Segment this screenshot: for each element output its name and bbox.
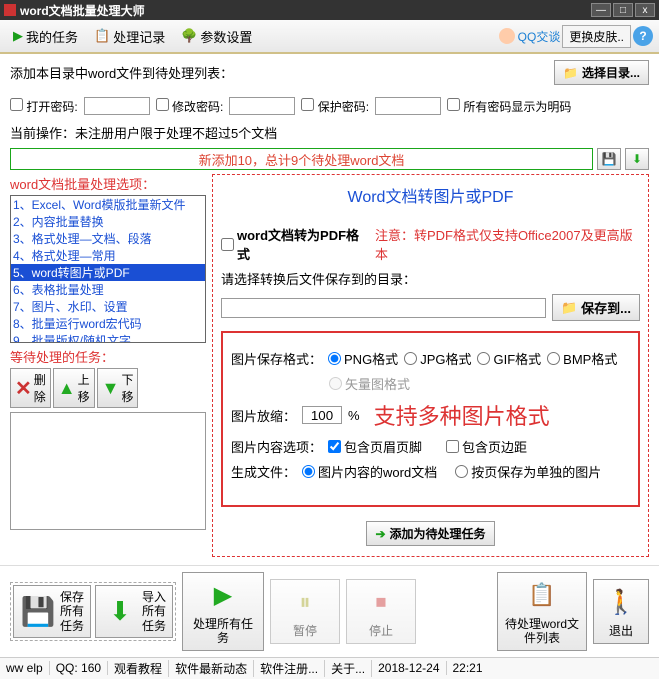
queue-label: 等待处理的任务： bbox=[10, 347, 206, 366]
save-all-button[interactable]: 💾保存 所有 任务 bbox=[13, 585, 91, 638]
list-item[interactable]: 9、批量版权/随机文字 bbox=[11, 332, 205, 343]
format-label: 图片保存格式： bbox=[231, 349, 322, 368]
format-vector: 矢量图格式 bbox=[329, 374, 410, 393]
add-task-button[interactable]: ➔添加为待处理任务 bbox=[366, 521, 494, 546]
list-item[interactable]: 2、内容批量替换 bbox=[11, 213, 205, 230]
minimize-button[interactable]: — bbox=[591, 3, 611, 17]
format-jpg[interactable]: JPG格式 bbox=[404, 349, 471, 368]
output-label: 生成文件： bbox=[231, 462, 296, 481]
choose-dir-button[interactable]: 📁选择目录... bbox=[554, 60, 649, 85]
arrow-up-icon: ▲ bbox=[58, 378, 76, 399]
disk-icon: 💾 bbox=[20, 593, 56, 629]
disk-icon: 💾 bbox=[602, 152, 617, 166]
pause-icon: ⏸ bbox=[287, 584, 323, 620]
big-red-text: 支持多种图片格式 bbox=[374, 399, 550, 431]
queue-box[interactable] bbox=[10, 412, 206, 530]
list-item[interactable]: 7、图片、水印、设置 bbox=[11, 298, 205, 315]
options-list[interactable]: 1、Excel、Word模版批量新文件 2、内容批量替换 3、格式处理—文档、段… bbox=[10, 195, 206, 343]
panel-title: Word文档转图片或PDF bbox=[221, 179, 640, 219]
stop-icon: ⏹ bbox=[363, 584, 399, 620]
output-word-radio[interactable]: 图片内容的word文档 bbox=[302, 462, 437, 481]
format-gif[interactable]: GIF格式 bbox=[477, 349, 541, 368]
arrow-right-icon: ➔ bbox=[375, 527, 385, 541]
tab-history[interactable]: 📋处理记录 bbox=[87, 23, 172, 50]
protect-pw-input[interactable] bbox=[375, 97, 441, 115]
folder-icon: 📁 bbox=[563, 66, 578, 80]
status-about[interactable]: 关于... bbox=[325, 660, 372, 677]
stop-button[interactable]: ⏹停止 bbox=[346, 579, 416, 643]
scale-label: 图片放缩： bbox=[231, 406, 296, 425]
modify-pw-input[interactable] bbox=[229, 97, 295, 115]
move-up-button[interactable]: ▲上 移 bbox=[53, 368, 95, 408]
move-down-button[interactable]: ▼下 移 bbox=[97, 368, 139, 408]
skin-button[interactable]: 更换皮肤.. bbox=[562, 25, 631, 48]
open-pw-check[interactable]: 打开密码: bbox=[10, 98, 78, 115]
status-qq[interactable]: QQ: 160 bbox=[50, 661, 108, 675]
list-item[interactable]: 4、格式处理—常用 bbox=[11, 247, 205, 264]
notify-bar: 新添加10，总计9个待处理word文档 bbox=[10, 148, 593, 170]
maximize-button[interactable]: □ bbox=[613, 3, 633, 17]
status-register[interactable]: 软件注册... bbox=[254, 660, 325, 677]
x-icon: ✕ bbox=[15, 376, 32, 401]
tab-settings[interactable]: 🌳参数设置 bbox=[174, 23, 259, 50]
scale-input[interactable] bbox=[302, 406, 342, 424]
list-item[interactable]: 1、Excel、Word模版批量新文件 bbox=[11, 196, 205, 213]
current-op-label: 当前操作： bbox=[10, 126, 75, 141]
list-item[interactable]: 3、格式处理—文档、段落 bbox=[11, 230, 205, 247]
save-dir-input[interactable] bbox=[221, 298, 546, 318]
include-margin-check[interactable]: 包含页边距 bbox=[446, 437, 527, 456]
output-pages-radio[interactable]: 按页保存为单独的图片 bbox=[455, 462, 601, 481]
folder-icon: 📁 bbox=[561, 300, 577, 316]
status-news[interactable]: 软件最新动态 bbox=[169, 660, 254, 677]
modify-pw-check[interactable]: 修改密码: bbox=[156, 98, 224, 115]
exit-icon: 🚶 bbox=[603, 584, 639, 620]
close-button[interactable]: x bbox=[635, 3, 655, 17]
import-icon: ⬇ bbox=[102, 593, 138, 629]
play-icon: ▶ bbox=[205, 577, 241, 613]
help-button[interactable]: ? bbox=[633, 26, 653, 46]
save-dir-label: 请选择转换后文件保存到的目录： bbox=[221, 269, 640, 288]
list-icon: 📋 bbox=[524, 577, 560, 613]
save-icon-button[interactable]: 💾 bbox=[597, 148, 621, 170]
download-icon: ⬇ bbox=[632, 152, 642, 166]
content-label: 图片内容选项： bbox=[231, 437, 322, 456]
delete-button[interactable]: ✕删 除 bbox=[10, 368, 51, 408]
add-dir-label: 添加本目录中word文件到待处理列表： bbox=[10, 63, 233, 82]
exit-button[interactable]: 🚶退出 bbox=[593, 579, 649, 643]
status-tutorial[interactable]: 观看教程 bbox=[108, 660, 169, 677]
download-icon-button[interactable]: ⬇ bbox=[625, 148, 649, 170]
options-label: word文档批量处理选项： bbox=[10, 174, 206, 193]
process-all-button[interactable]: ▶处理所有任务 bbox=[182, 572, 264, 651]
status-date: 2018-12-24 bbox=[372, 661, 446, 675]
qq-chat-link[interactable]: QQ交谈 bbox=[499, 28, 561, 45]
open-pw-input[interactable] bbox=[84, 97, 150, 115]
list-item[interactable]: 8、批量运行word宏代码 bbox=[11, 315, 205, 332]
pending-list-button[interactable]: 📋待处理word文 件列表 bbox=[497, 572, 587, 651]
tab-my-tasks[interactable]: ▶我的任务 bbox=[6, 23, 85, 50]
status-www[interactable]: ww elp bbox=[0, 661, 50, 675]
current-op-text: 未注册用户限于处理不超过5个文档 bbox=[75, 126, 277, 141]
status-time: 22:21 bbox=[447, 661, 489, 675]
pdf-note: 注意：转PDF格式仅支持Office2007及更高版本 bbox=[375, 225, 640, 263]
list-item[interactable]: 5、word转图片或PDF bbox=[11, 264, 205, 281]
list-item[interactable]: 6、表格批量处理 bbox=[11, 281, 205, 298]
format-bmp[interactable]: BMP格式 bbox=[547, 349, 617, 368]
import-all-button[interactable]: ⬇导入 所有 任务 bbox=[95, 585, 173, 638]
save-to-button[interactable]: 📁保存到... bbox=[552, 294, 640, 321]
show-plain-check[interactable]: 所有密码显示为明码 bbox=[447, 98, 571, 115]
format-png[interactable]: PNG格式 bbox=[328, 349, 398, 368]
include-header-check[interactable]: 包含页眉页脚 bbox=[328, 437, 422, 456]
pause-button[interactable]: ⏸暂停 bbox=[270, 579, 340, 643]
protect-pw-check[interactable]: 保护密码: bbox=[301, 98, 369, 115]
arrow-down-icon: ▼ bbox=[102, 378, 120, 399]
window-title: word文档批量处理大师 bbox=[20, 2, 591, 19]
pdf-checkbox[interactable]: word文档转为PDF格式 bbox=[221, 225, 369, 263]
